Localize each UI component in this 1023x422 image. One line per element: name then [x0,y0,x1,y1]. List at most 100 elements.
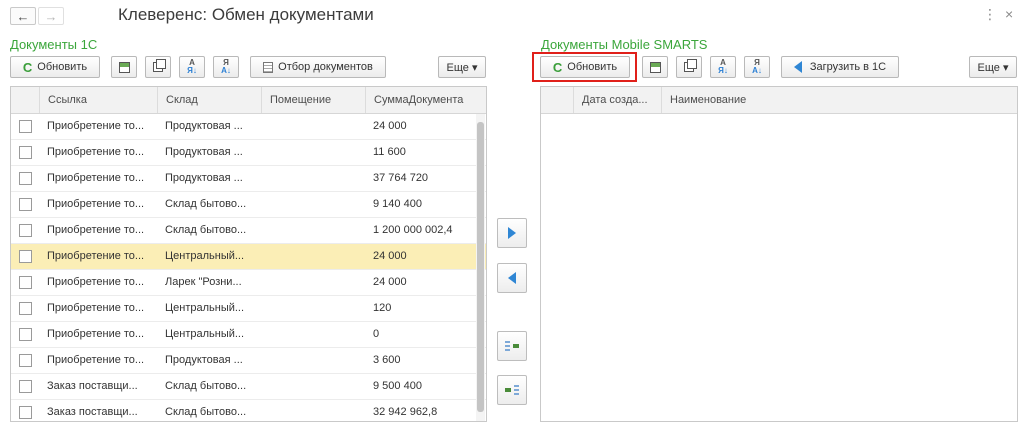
filter-documents-button[interactable]: Отбор документов [250,56,386,78]
right-panel-title: Документы Mobile SMARTS [541,37,708,52]
refresh-highlight-frame [532,52,637,82]
cell-document-sum: 1 200 000 002,4 [373,224,453,236]
row-checkbox[interactable] [19,276,32,289]
column-link[interactable]: Ссылка [39,87,157,113]
table-row[interactable]: Приобретение то... Центральный... 24 000 [11,244,486,270]
right-sort-desc-button[interactable]: Я А↓ [744,56,770,78]
move-left-button[interactable] [497,263,527,293]
left-table-scrollbar[interactable] [476,114,485,421]
left-select-all-button[interactable] [111,56,137,78]
cell-warehouse: Продуктовая ... [165,354,243,366]
left-copy-button[interactable] [145,56,171,78]
cell-room [261,400,365,421]
sort-descending-icon: Я А↓ [221,58,231,75]
cell-link: Заказ поставщи... [47,406,138,418]
move-all-right-icon [505,340,519,352]
table-row[interactable]: Приобретение то... Склад бытово... 9 140 4… [11,192,486,218]
cell-link: Приобретение то... [47,302,145,314]
table-row[interactable]: Приобретение то... Центральный... 0 [11,322,486,348]
left-sort-desc-button[interactable]: Я А↓ [213,56,239,78]
table-row[interactable]: Приобретение то... Склад бытово... 1 200 0… [11,218,486,244]
cell-room [261,218,365,243]
table-row[interactable]: Приобретение то... Продуктовая ... 3 600 [11,348,486,374]
cell-warehouse: Ларек "Розни... [165,276,242,288]
table-check-icon [649,61,661,73]
close-icon[interactable]: × [1005,6,1013,22]
cell-document-sum: 24 000 [373,276,407,288]
row-checkbox[interactable] [19,380,32,393]
row-checkbox[interactable] [19,120,32,133]
table-row[interactable]: Приобретение то... Продуктовая ... 11 600 [11,140,486,166]
cell-warehouse: Продуктовая ... [165,146,243,158]
cell-warehouse: Центральный... [165,328,245,340]
arrow-left-icon [508,272,516,284]
forward-button[interactable]: → [38,7,64,25]
table-row[interactable]: Заказ поставщи... Склад бытово... 9 500 40… [11,374,486,400]
right-copy-button[interactable] [676,56,702,78]
scroll-thumb[interactable] [477,122,484,412]
sort-descending-icon: Я А↓ [752,58,762,75]
left-more-button[interactable]: Еще ▾ [438,56,486,78]
back-button[interactable]: ← [10,7,36,25]
cell-link: Приобретение то... [47,198,145,210]
move-right-button[interactable] [497,218,527,248]
cell-document-sum: 3 600 [373,354,401,366]
cell-link: Приобретение то... [47,354,145,366]
right-select-all-button[interactable] [642,56,668,78]
move-all-left-button[interactable] [497,375,527,405]
right-more-button[interactable]: Еще ▾ [969,56,1017,78]
filter-icon [263,61,274,73]
cell-document-sum: 24 000 [373,120,407,132]
row-checkbox[interactable] [19,406,32,419]
copy-icon [153,59,166,72]
cell-document-sum: 9 140 400 [373,198,422,210]
column-warehouse[interactable]: Склад [157,87,261,113]
cell-link: Приобретение то... [47,276,145,288]
cell-link: Приобретение то... [47,250,145,262]
copy-icon [684,59,697,72]
load-to-1c-button[interactable]: Загрузить в 1С [781,56,899,78]
table-row[interactable]: Заказ поставщи... Склад бытово... 32 942 9… [11,400,486,421]
row-checkbox[interactable] [19,198,32,211]
row-checkbox[interactable] [19,172,32,185]
left-panel-title: Документы 1С [10,37,98,52]
arrow-right-icon [508,227,516,239]
cell-document-sum: 11 600 [373,146,406,158]
left-refresh-button[interactable]: C Обновить [10,56,100,78]
table-row[interactable]: Приобретение то... Продуктовая ... 24 000 [11,114,486,140]
cell-room [261,322,365,347]
row-checkbox[interactable] [19,146,32,159]
table-row[interactable]: Приобретение то... Продуктовая ... 37 764 … [11,166,486,192]
move-all-right-button[interactable] [497,331,527,361]
arrow-left-icon: ← [16,8,30,24]
cell-link: Приобретение то... [47,120,145,132]
column-room[interactable]: Помещение [261,87,365,113]
cell-room [261,166,365,191]
cell-warehouse: Склад бытово... [165,198,247,210]
cell-document-sum: 32 942 962,8 [373,406,438,418]
column-document-sum[interactable]: СуммаДокумента [365,87,477,113]
cell-document-sum: 0 [373,328,380,340]
column-name[interactable]: Наименование [661,87,861,113]
column-creation-date[interactable]: Дата созда... [573,87,661,113]
cell-room [261,192,365,217]
move-all-left-icon [505,384,519,396]
cell-document-sum: 9 500 400 [373,380,422,392]
cell-room [261,140,365,165]
left-documents-table: Ссылка Склад Помещение СуммаДокумента Пр… [10,86,487,422]
row-checkbox[interactable] [19,250,32,263]
table-row[interactable]: Приобретение то... Ларек "Розни... 24 000 [11,270,486,296]
cell-document-sum: 120 [373,302,392,314]
cell-warehouse: Центральный... [165,302,245,314]
load-arrow-icon [793,61,802,73]
row-checkbox[interactable] [19,354,32,367]
row-checkbox[interactable] [19,328,32,341]
right-sort-asc-button[interactable]: А Я↓ [710,56,736,78]
left-sort-asc-button[interactable]: А Я↓ [179,56,205,78]
row-checkbox[interactable] [19,224,32,237]
menu-icon[interactable]: ⋮ [983,6,997,23]
table-row[interactable]: Приобретение то... Центральный... 120 [11,296,486,322]
cell-warehouse: Склад бытово... [165,406,247,418]
row-checkbox[interactable] [19,302,32,315]
cell-link: Заказ поставщи... [47,380,138,392]
